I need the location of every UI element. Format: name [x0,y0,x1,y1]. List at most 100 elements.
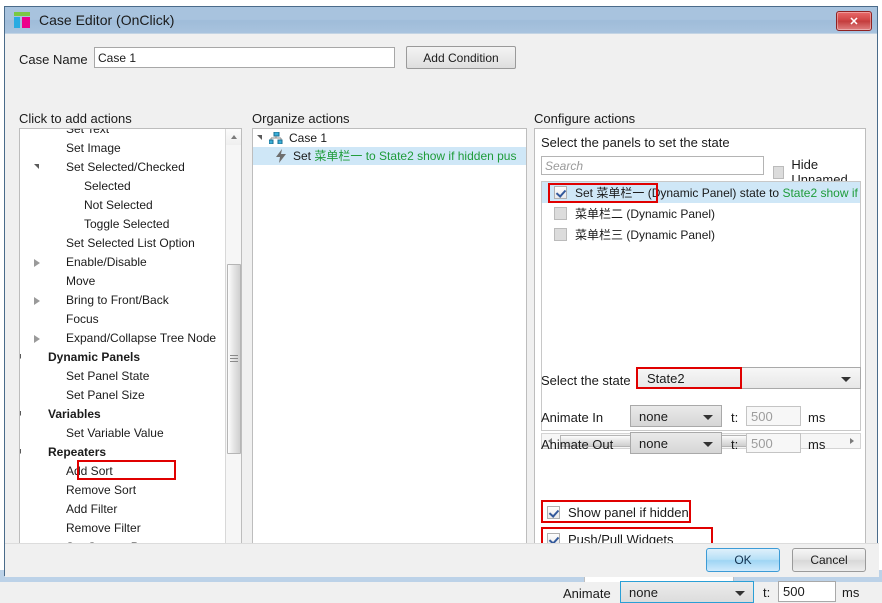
action-tree-item[interactable]: Bring to Front/Back [20,291,226,310]
dialog-body: Case Name Add Condition Click to add act… [5,34,877,577]
animate-out-unit: ms [808,437,825,452]
action-tree-item-label: Bring to Front/Back [66,291,169,310]
action-tree-item-label: Move [66,272,95,291]
action-tree-item-label: Dynamic Panels [48,348,140,367]
chevron-right-icon[interactable] [30,329,48,348]
panel-checkbox[interactable] [554,228,567,241]
animate-out-select[interactable]: none [630,432,722,454]
panel-item-type: (Dynamic Panel) [623,228,715,242]
case-editor-dialog: Case Editor (OnClick) ✕ Case Name Add Co… [4,6,878,576]
case-name-input[interactable] [94,47,395,68]
action-tree-item[interactable]: Dynamic Panels [20,348,226,367]
action-tree-item[interactable]: Set Panel Size [20,386,226,405]
animate-in-duration-input[interactable] [746,406,801,426]
chevron-down-icon [703,442,713,447]
action-tree-item[interactable]: Repeaters [20,443,226,462]
lightning-bolt-icon [275,149,287,163]
panel-checkbox[interactable] [554,186,567,199]
action-tree-item[interactable]: Set Selected List Option [20,234,226,253]
organize-actions-panel[interactable]: Case 1 Set 菜单栏一 to State2 show if hidden… [252,128,527,571]
action-tree-item[interactable]: Not Selected [20,196,226,215]
state-select[interactable]: State2 [636,367,861,389]
panel-item-name: 菜单栏二 [575,207,623,221]
scroll-up-icon[interactable] [226,129,242,145]
chevron-down-icon[interactable] [19,348,30,367]
organize-case-label: Case 1 [289,129,327,147]
push-animate-duration-input[interactable] [778,581,836,602]
add-condition-button[interactable]: Add Condition [406,46,516,69]
action-tree-scrollbar[interactable] [225,129,241,570]
push-animate-unit: ms [842,585,859,600]
panel-item-state: State2 show if hidd [782,186,861,200]
action-tree-item[interactable]: Enable/Disable [20,253,226,272]
action-tree-item-label: Focus [66,310,99,329]
organize-action-row[interactable]: Set 菜单栏一 to State2 show if hidden pus [253,147,527,165]
close-icon[interactable]: ✕ [836,11,872,31]
panel-list-item[interactable]: 菜单栏三 (Dynamic Panel) [542,224,860,245]
action-tree-item[interactable]: Focus [20,310,226,329]
action-tree-item-label: Repeaters [48,443,106,462]
search-input[interactable] [541,156,764,175]
cancel-button[interactable]: Cancel [792,548,866,572]
action-tree-item[interactable]: Remove Filter [20,519,226,538]
panel-checkbox[interactable] [554,207,567,220]
push-animate-label: Animate [563,586,611,601]
dialog-title: Case Editor (OnClick) [39,12,174,28]
action-tree-item[interactable]: Variables [20,405,226,424]
organize-action-target: 菜单栏一 [314,149,362,163]
column-header-configure-actions: Configure actions [534,111,635,126]
panel-item-type: (Dynamic Panel) [623,207,715,221]
action-tree-item[interactable]: Add Filter [20,500,226,519]
action-tree-list: Set TextSet ImageSet Selected/CheckedSel… [20,128,226,571]
panel-list[interactable]: Set 菜单栏一 (Dynamic Panel) state to State2… [541,181,861,431]
panel-scroll-right-icon[interactable] [844,434,860,449]
action-tree-item-label: Add Sort [66,462,113,481]
action-tree-item-label: Add Filter [66,500,117,519]
animate-in-label: Animate In [541,410,603,425]
action-tree-item-label: Enable/Disable [66,253,147,272]
action-tree-item[interactable]: Toggle Selected [20,215,226,234]
chevron-right-icon[interactable] [30,253,48,272]
action-tree-item-label: Toggle Selected [84,215,169,234]
organize-case-row[interactable]: Case 1 [253,129,526,147]
action-tree-item[interactable]: Set Selected/Checked [20,158,226,177]
configure-actions-panel: Select the panels to set the state Hide … [534,128,866,571]
show-panel-if-hidden-checkbox[interactable] [547,506,560,519]
action-tree-item[interactable]: Set Variable Value [20,424,226,443]
panel-list-item[interactable]: Set 菜单栏一 (Dynamic Panel) state to State2… [542,182,860,203]
action-tree-item[interactable]: Add Sort [20,462,226,481]
chevron-down-icon [841,377,851,382]
action-tree-panel[interactable]: Set TextSet ImageSet Selected/CheckedSel… [19,128,242,571]
push-animate-value: none [629,585,658,600]
action-tree-item-label: Remove Filter [66,519,141,538]
action-tree-item[interactable]: Set Text [20,128,226,139]
animate-in-value: none [639,409,668,424]
chevron-down-icon[interactable] [19,405,30,424]
animate-in-select[interactable]: none [630,405,722,427]
action-tree-item[interactable]: Remove Sort [20,481,226,500]
scrollbar-thumb[interactable] [227,264,241,454]
chevron-down-icon[interactable] [257,135,262,140]
animate-in-unit: ms [808,410,825,425]
action-tree-item[interactable]: Expand/Collapse Tree Node [20,329,226,348]
action-tree-item[interactable]: Set Panel State [20,367,226,386]
animate-out-label: Animate Out [541,437,613,452]
case-editor-icon [13,12,31,28]
chevron-down-icon[interactable] [19,443,30,462]
action-tree-item-label: Set Image [66,139,121,158]
hide-unnamed-checkbox[interactable] [773,166,784,179]
show-panel-if-hidden-label: Show panel if hidden [568,505,689,520]
panel-list-item[interactable]: 菜单栏二 (Dynamic Panel) [542,203,860,224]
animate-out-duration-input[interactable] [746,433,801,453]
panel-list-item-label: Set 菜单栏一 (Dynamic Panel) state to State2… [575,184,861,201]
column-header-organize-actions: Organize actions [252,111,350,126]
show-panel-if-hidden-row[interactable]: Show panel if hidden [547,505,689,520]
action-tree-item[interactable]: Selected [20,177,226,196]
chevron-right-icon[interactable] [30,291,48,310]
action-tree-item[interactable]: Set Image [20,139,226,158]
push-animate-select[interactable]: none [620,581,754,603]
action-tree-item-label: Set Panel State [66,367,149,386]
ok-button[interactable]: OK [706,548,780,572]
action-tree-item[interactable]: Move [20,272,226,291]
chevron-down-icon[interactable] [30,158,48,177]
